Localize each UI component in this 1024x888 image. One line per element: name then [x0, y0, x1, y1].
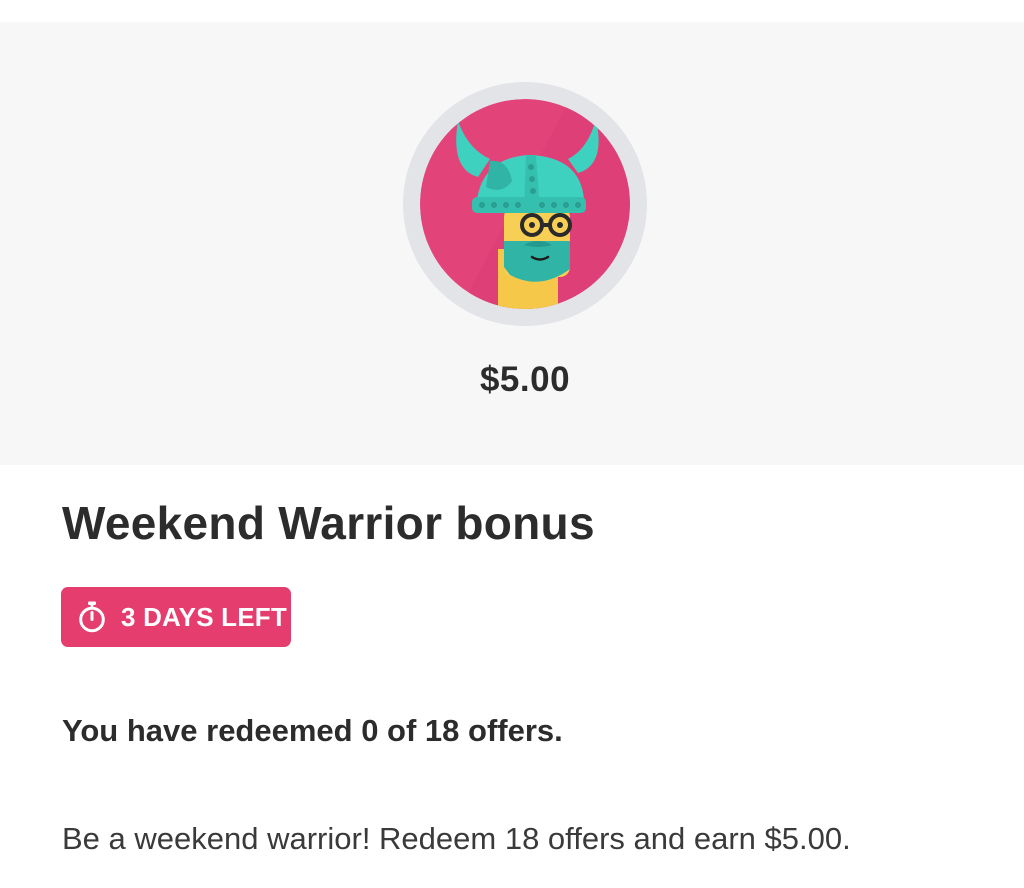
bonus-badge: [403, 82, 647, 326]
stopwatch-icon: [79, 601, 105, 633]
bonus-title: Weekend Warrior bonus: [62, 497, 595, 549]
reward-amount: $5.00: [479, 360, 571, 399]
redeem-progress-text: You have redeemed 0 of 18 offers.: [62, 713, 563, 748]
time-left-badge: 3 DAYS LEFT: [61, 587, 291, 647]
bonus-description: Be a weekend warrior! Redeem 18 offers a…: [62, 821, 851, 856]
bonus-hero: $5.00: [0, 22, 1024, 465]
bonus-detail-page: $5.00 Weekend Warrior bonus 3 DAYS LEFT …: [0, 0, 1024, 888]
time-left-label: 3 DAYS LEFT: [121, 601, 287, 632]
viking-warrior-icon: [420, 99, 630, 309]
